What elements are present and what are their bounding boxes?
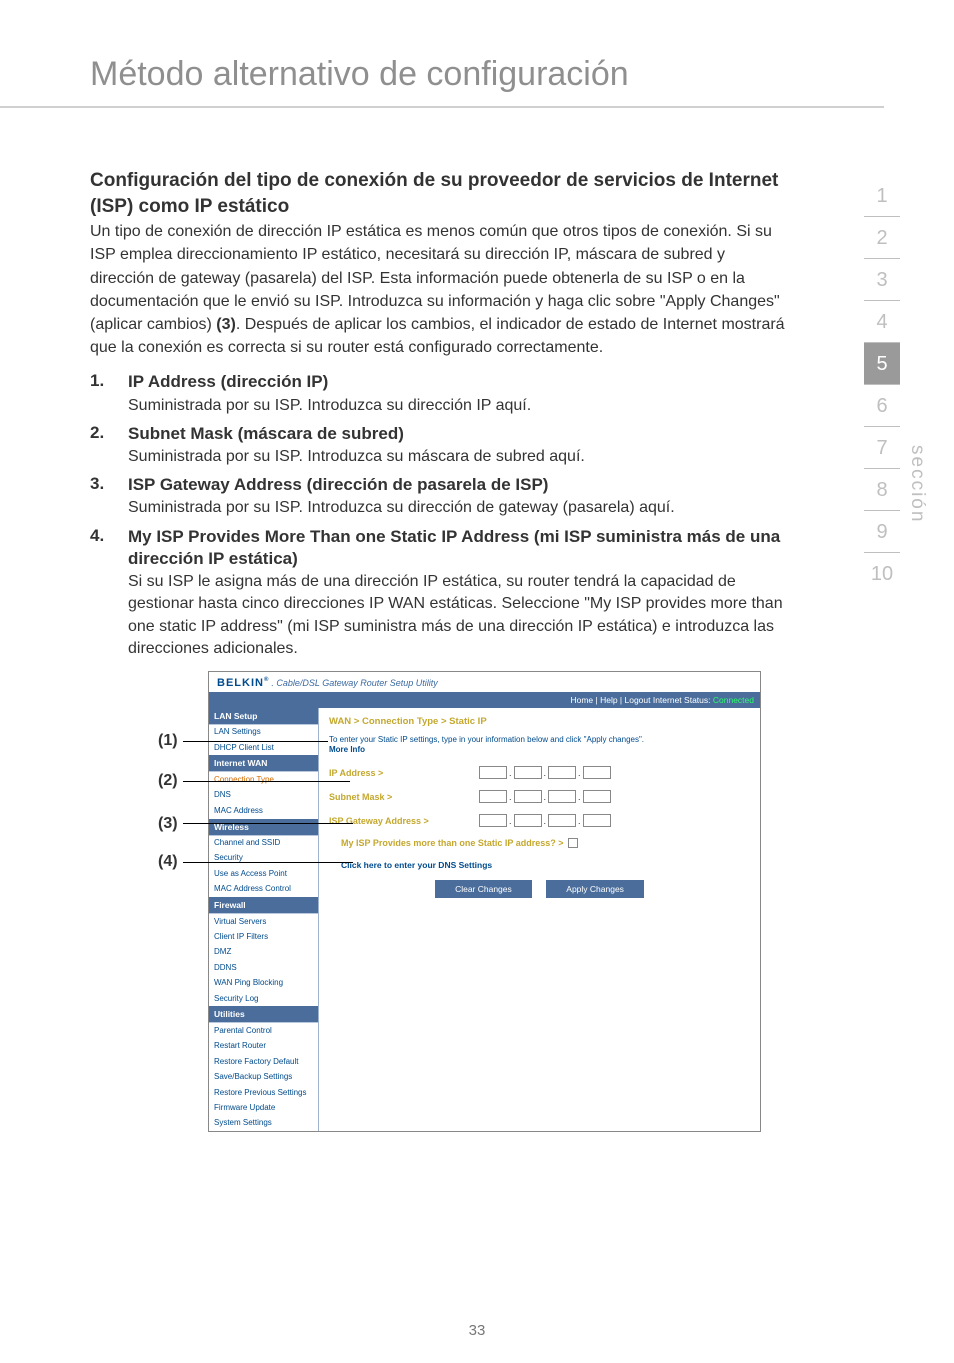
section-nav-8[interactable]: 8 — [864, 469, 900, 511]
ip-address-label: IP Address > — [329, 768, 479, 778]
side-item[interactable]: DDNS — [209, 960, 318, 975]
brand-subtitle: . Cable/DSL Gateway Router Setup Utility — [271, 678, 437, 688]
router-top-bar: Home | Help | Logout Internet Status: Co… — [209, 692, 760, 708]
section-nav-3[interactable]: 3 — [864, 259, 900, 301]
ip-octet-input[interactable] — [479, 814, 507, 827]
section-nav-10[interactable]: 10 — [864, 553, 900, 594]
side-item[interactable]: Client IP Filters — [209, 930, 318, 945]
item-text: Suministrada por su ISP. Introduzca su d… — [128, 497, 785, 519]
list-item: 1. IP Address (dirección IP) Suministrad… — [90, 371, 785, 416]
ip-octet-input[interactable] — [548, 814, 576, 827]
clear-changes-button[interactable]: Clear Changes — [435, 880, 532, 898]
ip-octet-input[interactable] — [514, 790, 542, 803]
ip-octet-input[interactable] — [514, 766, 542, 779]
side-item[interactable]: LAN Settings — [209, 725, 318, 740]
side-item[interactable]: Security — [209, 851, 318, 866]
item-title: ISP Gateway Address (dirección de pasare… — [128, 474, 785, 496]
item-title: Subnet Mask (máscara de subred) — [128, 423, 785, 445]
side-item[interactable]: Save/Backup Settings — [209, 1070, 318, 1085]
ip-octet-input[interactable] — [514, 814, 542, 827]
side-item[interactable]: MAC Address — [209, 803, 318, 818]
item-text: Si su ISP le asigna más de una dirección… — [128, 571, 785, 661]
router-screenshot-figure: (1) (2) (3) (4) BELKIN®. Cable/DSL Gatew… — [208, 671, 785, 1133]
panel-intro: To enter your Static IP settings, type i… — [329, 735, 750, 756]
side-item[interactable]: DNS — [209, 788, 318, 803]
dns-settings-link[interactable]: Click here to enter your DNS Settings — [341, 860, 750, 870]
ip-octet-input[interactable] — [548, 766, 576, 779]
callout-4: (4) — [158, 853, 178, 871]
ip-octet-input[interactable] — [583, 814, 611, 827]
subnet-mask-label: Subnet Mask > — [329, 792, 479, 802]
side-item[interactable]: Virtual Servers — [209, 914, 318, 929]
section-nav-4[interactable]: 4 — [864, 301, 900, 343]
section-heading: Configuración del tipo de conexión de su… — [90, 168, 785, 219]
list-number: 2. — [90, 423, 128, 468]
side-item[interactable]: WAN Ping Blocking — [209, 976, 318, 991]
section-vertical-label: sección — [906, 445, 928, 523]
intro-paragraph: Un tipo de conexión de dirección IP está… — [90, 220, 785, 359]
top-nav-links[interactable]: Home | Help | Logout Internet Status: — [570, 695, 710, 705]
internet-status-value: Connected — [713, 695, 754, 705]
section-nav-9[interactable]: 9 — [864, 511, 900, 553]
intro-bold-ref: (3) — [216, 316, 236, 333]
side-item[interactable]: Firmware Update — [209, 1100, 318, 1115]
list-item: 3. ISP Gateway Address (dirección de pas… — [90, 474, 785, 519]
ip-octet-input[interactable] — [583, 790, 611, 803]
ip-octet-input[interactable] — [548, 790, 576, 803]
numbered-list: 1. IP Address (dirección IP) Suministrad… — [90, 371, 785, 660]
side-group: LAN Setup — [209, 708, 318, 725]
section-navigator: 1 2 3 4 5 6 7 8 9 10 — [864, 175, 900, 594]
side-item[interactable]: Restart Router — [209, 1039, 318, 1054]
side-item[interactable]: Use as Access Point — [209, 866, 318, 881]
item-title: IP Address (dirección IP) — [128, 371, 785, 393]
side-group: Firewall — [209, 897, 318, 914]
section-nav-2[interactable]: 2 — [864, 217, 900, 259]
section-nav-6[interactable]: 6 — [864, 385, 900, 427]
side-item[interactable]: DMZ — [209, 945, 318, 960]
list-number: 3. — [90, 474, 128, 519]
callout-1: (1) — [158, 732, 178, 750]
apply-changes-button[interactable]: Apply Changes — [546, 880, 644, 898]
side-item[interactable]: Restore Factory Default — [209, 1054, 318, 1069]
page-number: 33 — [0, 1322, 954, 1339]
item-text: Suministrada por su ISP. Introduzca su m… — [128, 446, 785, 468]
side-item[interactable]: DHCP Client List — [209, 740, 318, 755]
section-nav-5[interactable]: 5 — [864, 343, 900, 385]
list-number: 4. — [90, 526, 128, 661]
callout-2: (2) — [158, 772, 178, 790]
ip-octet-input[interactable] — [583, 766, 611, 779]
router-sidebar: LAN Setup LAN Settings DHCP Client List … — [209, 708, 319, 1132]
side-group: Utilities — [209, 1006, 318, 1023]
list-item: 4. My ISP Provides More Than one Static … — [90, 526, 785, 661]
multi-static-label: My ISP Provides more than one Static IP … — [341, 838, 564, 848]
ip-octet-input[interactable] — [479, 766, 507, 779]
multi-static-checkbox[interactable] — [568, 838, 578, 848]
section-nav-7[interactable]: 7 — [864, 427, 900, 469]
callout-3: (3) — [158, 815, 178, 833]
list-item: 2. Subnet Mask (máscara de subred) Sumin… — [90, 423, 785, 468]
item-text: Suministrada por su ISP. Introduzca su d… — [128, 395, 785, 417]
side-group: Internet WAN — [209, 755, 318, 772]
side-item[interactable]: Restore Previous Settings — [209, 1085, 318, 1100]
breadcrumb: WAN > Connection Type > Static IP — [329, 716, 750, 727]
list-number: 1. — [90, 371, 128, 416]
side-item[interactable]: Channel and SSID — [209, 836, 318, 851]
router-main-panel: WAN > Connection Type > Static IP To ent… — [319, 708, 760, 1132]
side-group: Wireless — [209, 819, 318, 836]
item-title: My ISP Provides More Than one Static IP … — [128, 526, 785, 570]
section-nav-1[interactable]: 1 — [864, 175, 900, 217]
brand-logo: BELKIN® — [217, 677, 269, 689]
ip-octet-input[interactable] — [479, 790, 507, 803]
more-info-link[interactable]: More Info — [329, 745, 365, 754]
gateway-label: ISP Gateway Address > — [329, 816, 479, 826]
side-item[interactable]: MAC Address Control — [209, 882, 318, 897]
side-item[interactable]: Parental Control — [209, 1023, 318, 1038]
router-title-bar: BELKIN®. Cable/DSL Gateway Router Setup … — [209, 672, 760, 692]
page-title: Método alternativo de configuración — [0, 0, 884, 108]
side-item[interactable]: Security Log — [209, 991, 318, 1006]
side-item[interactable]: System Settings — [209, 1116, 318, 1131]
